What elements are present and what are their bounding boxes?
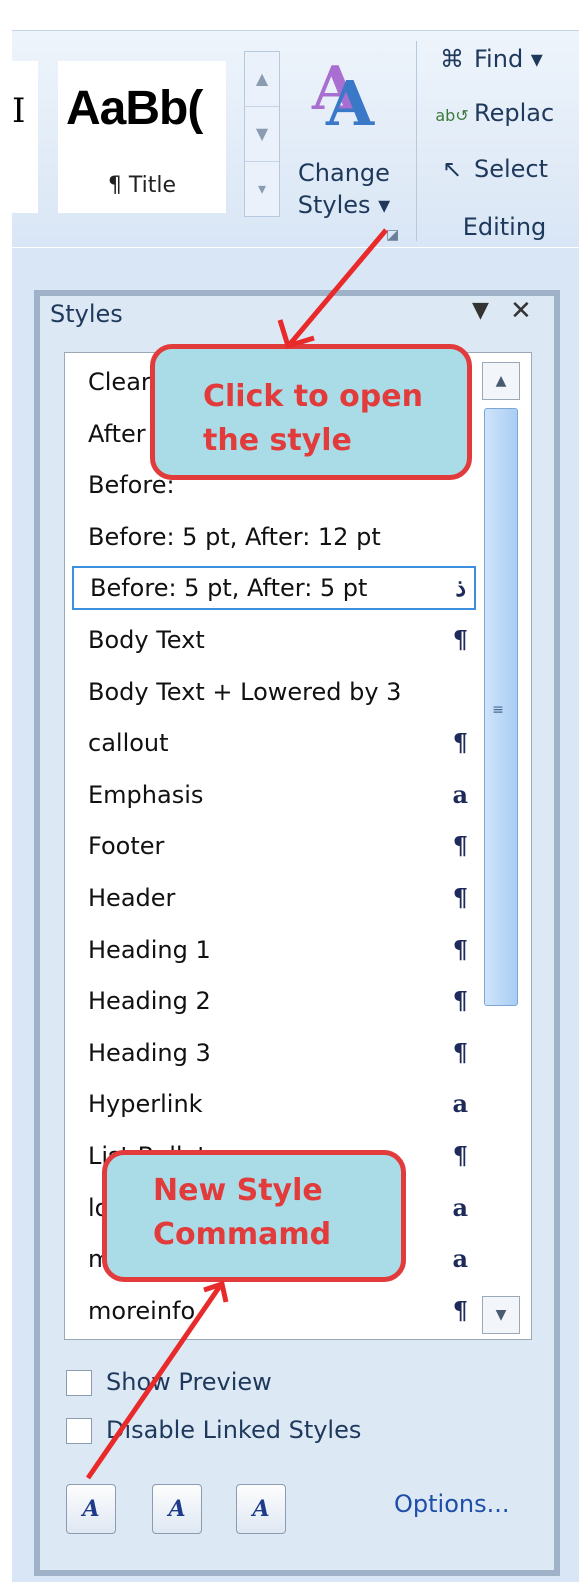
new-style-button[interactable]: A — [66, 1484, 116, 1534]
style-item-name: After — [88, 420, 146, 448]
find-button[interactable]: ⌘ Find ▾ — [430, 45, 543, 85]
style-item-name: Clear — [88, 368, 151, 396]
scroll-down-button[interactable]: ▼ — [482, 1296, 520, 1334]
style-type-icon: ¶ — [452, 625, 468, 654]
binoculars-icon: ⌘ — [440, 45, 464, 73]
style-type-icon: ¶ — [452, 1296, 468, 1325]
scroll-up-button[interactable]: ▲ — [482, 362, 520, 400]
style-list-item[interactable]: callout ¶ — [72, 721, 476, 765]
style-item-name: Header — [88, 884, 176, 912]
style-item-name: callout — [88, 729, 169, 757]
callout-new-style: New Style Commamd — [102, 1150, 406, 1282]
style-list-item[interactable]: Footer ¶ — [72, 824, 476, 868]
callout-open-style: Click to open the style — [150, 344, 472, 480]
style-item-name: Body Text + Lowered by 3 — [88, 678, 402, 706]
callout-open-line1: Click to open — [203, 379, 423, 414]
scroll-grip-icon: ≡ — [492, 702, 504, 718]
editing-group: ⌘ Find ▾ ab↺ Replac ↖ Select Editing — [430, 45, 579, 245]
style-type-icon: ¶ — [452, 728, 468, 757]
style-gallery-item-title[interactable]: AaBb( ¶ Title — [58, 61, 226, 213]
styles-list-scrollbar[interactable]: ▲ ≡ ▼ — [482, 362, 522, 1334]
style-item-name: Footer — [88, 832, 165, 860]
style-list-item[interactable]: Heading 2 ¶ — [72, 979, 476, 1023]
svg-text:A: A — [325, 67, 375, 127]
ribbon: I AaBb( ¶ Title ▲ ▼ ▾ A A Change Styles … — [12, 30, 579, 247]
replace-button[interactable]: ab↺ Replac — [430, 99, 554, 139]
change-styles-label: Change Styles ▾ — [286, 157, 402, 221]
disable-linked-styles-option[interactable]: Disable Linked Styles — [66, 1416, 361, 1444]
select-button[interactable]: ↖ Select — [430, 155, 548, 195]
gallery-partial-text: I — [12, 91, 26, 131]
style-type-icon: ¶ — [452, 1141, 468, 1170]
cursor-arrow-icon: ↖ — [441, 155, 463, 183]
style-item-name: Heading 2 — [88, 987, 211, 1015]
gallery-scroll-controls: ▲ ▼ ▾ — [244, 51, 280, 217]
callout-new-line1: New Style — [153, 1173, 323, 1208]
style-gallery-item-partial[interactable]: I — [12, 61, 38, 213]
gallery-sample-text: AaBb( — [66, 82, 203, 135]
gallery-more-button[interactable]: ▾ — [245, 162, 279, 216]
ribbon-group-divider — [416, 41, 417, 241]
callout-open-line2: the style — [203, 423, 352, 458]
gallery-scroll-down-button[interactable]: ▼ — [245, 107, 279, 162]
pane-menu-dropdown-icon[interactable]: ▼ — [472, 298, 489, 323]
style-item-name: Heading 3 — [88, 1039, 211, 1067]
show-preview-option[interactable]: Show Preview — [66, 1368, 272, 1396]
style-list-item[interactable]: moreinfo ¶ — [72, 1289, 476, 1333]
change-styles-button[interactable]: A A Change Styles ▾ — [286, 51, 402, 221]
show-preview-label: Show Preview — [106, 1368, 272, 1396]
style-item-name: Before: 5 pt, After: 5 pt — [90, 574, 368, 602]
manage-styles-button[interactable]: A — [236, 1484, 286, 1534]
gallery-item-label: ¶ Title — [107, 173, 177, 198]
replace-label: Replac — [474, 99, 555, 127]
select-label: Select — [474, 155, 549, 183]
change-styles-icon: A A — [311, 54, 375, 127]
style-item-name: Hyperlink — [88, 1090, 203, 1118]
style-type-icon: a — [452, 780, 468, 809]
style-list-item[interactable]: Hyperlink a — [72, 1082, 476, 1126]
style-inspector-icon: A — [168, 1496, 186, 1522]
style-item-name: Emphasis — [88, 781, 204, 809]
style-item-name: Before: 5 pt, After: 12 pt — [88, 523, 381, 551]
replace-icon: ab↺ — [435, 106, 469, 125]
style-type-icon: ¶ — [452, 831, 468, 860]
show-preview-checkbox[interactable] — [66, 1370, 92, 1396]
style-type-icon: a — [452, 1244, 468, 1273]
style-list-item[interactable]: Emphasis a — [72, 773, 476, 817]
style-list-item[interactable]: Header ¶ — [72, 876, 476, 920]
style-list-item[interactable]: Before: 5 pt, After: 12 pt — [72, 515, 476, 559]
style-inspector-button[interactable]: A — [152, 1484, 202, 1534]
style-type-icon: ¶ — [452, 1038, 468, 1067]
change-styles-line2: Styles ▾ — [297, 191, 391, 219]
style-type-icon: ذ — [455, 573, 466, 602]
style-list-item[interactable]: Before: 5 pt, After: 5 pt ذ — [72, 566, 476, 610]
manage-styles-icon: A — [252, 1496, 270, 1522]
style-item-name: Body Text — [88, 626, 205, 654]
callout-new-line2: Commamd — [153, 1217, 332, 1252]
style-type-icon: a — [452, 1193, 468, 1222]
disable-linked-styles-checkbox[interactable] — [66, 1418, 92, 1444]
new-style-icon: A — [82, 1496, 100, 1522]
find-label: Find ▾ — [474, 45, 543, 73]
style-type-icon: ¶ — [452, 986, 468, 1015]
style-item-name: Heading 1 — [88, 936, 211, 964]
styles-dialog-launcher-icon[interactable]: ◪ — [386, 227, 399, 243]
style-item-name: moreinfo — [88, 1297, 196, 1325]
style-type-icon: a — [452, 1089, 468, 1118]
gallery-scroll-up-button[interactable]: ▲ — [245, 52, 279, 107]
style-list-item[interactable]: Heading 3 ¶ — [72, 1031, 476, 1075]
style-type-icon: ¶ — [452, 935, 468, 964]
style-list-item[interactable]: Body Text + Lowered by 3 — [72, 670, 476, 714]
close-icon[interactable]: ✕ — [510, 296, 532, 326]
options-link[interactable]: Options... — [394, 1490, 510, 1518]
change-styles-line1: Change — [298, 159, 390, 187]
style-type-icon: ¶ — [452, 883, 468, 912]
disable-linked-styles-label: Disable Linked Styles — [106, 1416, 362, 1444]
style-list-item[interactable]: Heading 1 ¶ — [72, 928, 476, 972]
editing-group-label: Editing — [462, 213, 547, 241]
style-list-item[interactable]: Body Text ¶ — [72, 618, 476, 662]
styles-pane-title: Styles — [50, 300, 123, 328]
